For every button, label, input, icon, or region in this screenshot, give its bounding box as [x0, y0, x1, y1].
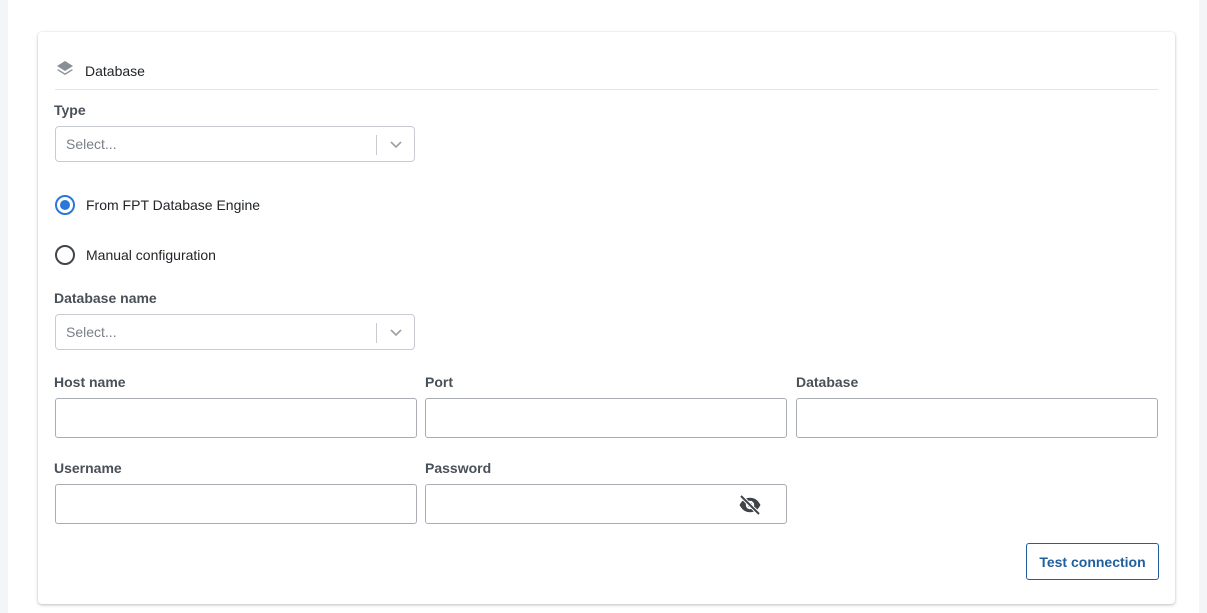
- type-select[interactable]: Select...: [55, 126, 415, 162]
- radio-circle: [55, 245, 75, 265]
- test-connection-button[interactable]: Test connection: [1026, 543, 1159, 580]
- host-name-field[interactable]: [55, 398, 417, 438]
- radio-manual-configuration[interactable]: Manual configuration: [55, 245, 216, 265]
- username-field[interactable]: [55, 484, 417, 524]
- eye-off-icon[interactable]: [738, 494, 762, 516]
- section-title: Database: [85, 63, 145, 79]
- host-name-label: Host name: [54, 374, 126, 390]
- password-field[interactable]: [425, 484, 787, 524]
- layers-icon: [57, 61, 73, 75]
- username-input[interactable]: [56, 485, 416, 523]
- type-select-placeholder: Select...: [66, 136, 117, 152]
- chevron-down-icon[interactable]: [389, 327, 403, 339]
- host-name-input[interactable]: [56, 399, 416, 437]
- select-separator: [376, 323, 377, 343]
- database-name-select[interactable]: Select...: [55, 314, 415, 350]
- password-label: Password: [425, 460, 492, 476]
- database-name-label: Database name: [54, 290, 157, 306]
- type-label: Type: [54, 102, 86, 118]
- database-field[interactable]: [796, 398, 1158, 438]
- select-separator: [376, 135, 377, 155]
- radio-label: From FPT Database Engine: [86, 197, 261, 213]
- database-config-card: Database Type Select... From FPT Databas…: [38, 32, 1175, 604]
- database-name-select-placeholder: Select...: [66, 324, 117, 340]
- port-label: Port: [425, 374, 453, 390]
- port-field[interactable]: [425, 398, 787, 438]
- chevron-down-icon[interactable]: [389, 139, 403, 151]
- radio-circle: [55, 195, 75, 215]
- port-input[interactable]: [426, 399, 786, 437]
- radio-label: Manual configuration: [86, 247, 216, 263]
- password-input[interactable]: [426, 485, 786, 523]
- card-header: Database: [55, 58, 1158, 90]
- database-input[interactable]: [797, 399, 1157, 437]
- username-label: Username: [54, 460, 122, 476]
- radio-from-fpt-engine[interactable]: From FPT Database Engine: [55, 195, 260, 215]
- database-label: Database: [796, 374, 859, 390]
